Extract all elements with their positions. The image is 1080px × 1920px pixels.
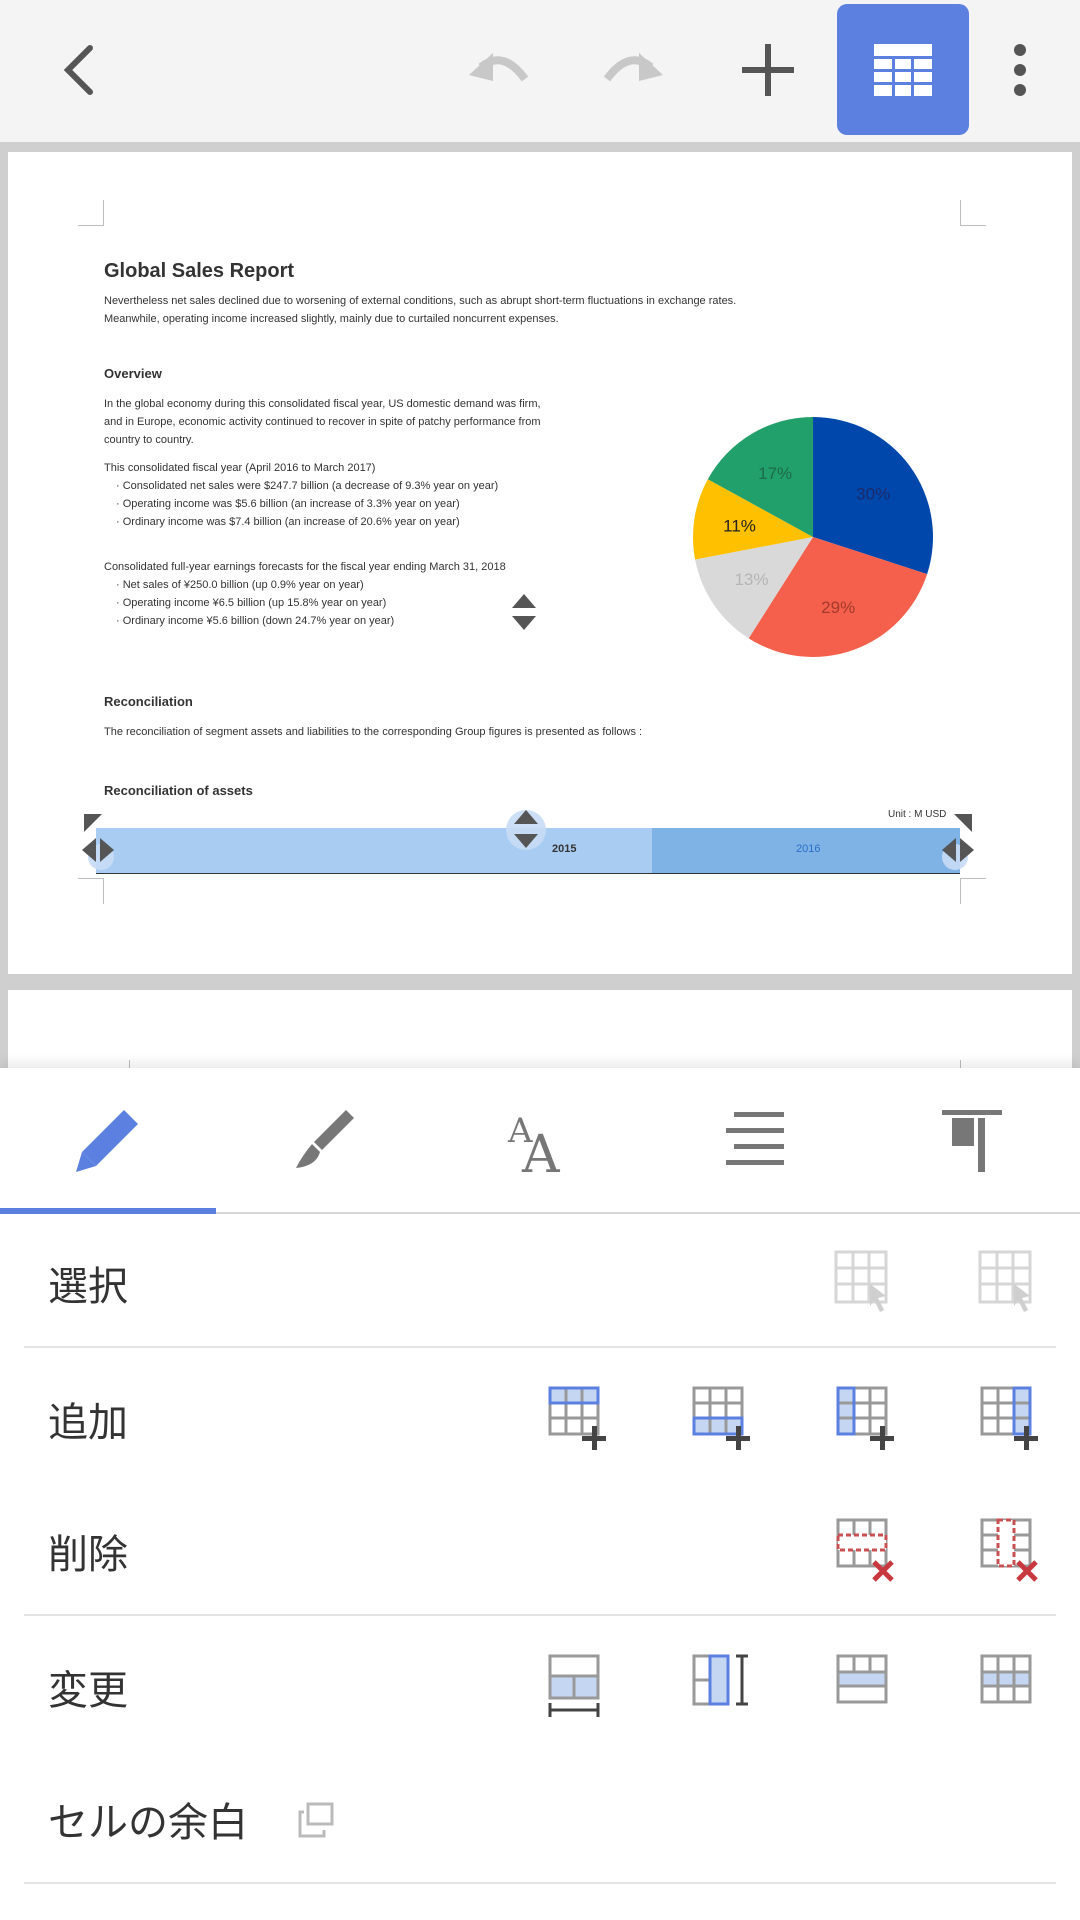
table-header-cell-2016[interactable]: 2016: [652, 828, 960, 874]
table-icon: [874, 43, 932, 96]
change-row: 変更: [24, 1618, 1056, 1752]
undo-icon: [469, 52, 529, 81]
cell-margin-label: セルの余白: [48, 1800, 248, 1846]
pie-slice-label: 29%: [821, 598, 855, 617]
forecast-line-4[interactable]: · Ordinary income ¥5.6 billion (down 24.…: [116, 612, 394, 630]
delete-label: 削除: [48, 1532, 128, 1578]
insert-row-below-icon[interactable]: [686, 1380, 758, 1452]
table-tools-panel: A A 選択 追加 削除 変更 セルの余白: [0, 1068, 1080, 1920]
merge-cells-icon[interactable]: [830, 1648, 902, 1720]
table-resize-left-icon[interactable]: [80, 810, 116, 866]
layout-tab[interactable]: [864, 1068, 1080, 1212]
distribute-columns-icon[interactable]: [686, 1648, 758, 1720]
top-toolbar: [0, 0, 1080, 142]
delete-column-icon[interactable]: [974, 1512, 1046, 1584]
table-resize-right-icon[interactable]: [940, 810, 976, 866]
font-size-icon: A A: [507, 1111, 561, 1176]
pie-slice-label: 13%: [734, 570, 768, 589]
delete-row: 削除: [24, 1482, 1056, 1616]
crop-mark: [960, 1060, 986, 1068]
overview-line-2[interactable]: and in Europe, economic activity continu…: [104, 413, 541, 431]
resize-handle-icon[interactable]: [510, 592, 538, 632]
row-resize-icon[interactable]: [512, 808, 540, 850]
style-tab[interactable]: [216, 1068, 432, 1212]
forecast-line-1[interactable]: Consolidated full-year earnings forecast…: [104, 558, 506, 576]
back-arrow-icon: [63, 44, 93, 95]
brush-icon: [296, 1110, 354, 1168]
reconciliation-text[interactable]: The reconciliation of segment assets and…: [104, 723, 642, 741]
select-row: 選択: [24, 1214, 1056, 1348]
delete-row-icon[interactable]: [830, 1512, 902, 1584]
pie-slice-label: 17%: [758, 464, 792, 483]
intro-line-2[interactable]: Meanwhile, operating income increased sl…: [104, 310, 559, 328]
plus-icon: [742, 43, 794, 96]
select-cell-icon[interactable]: [828, 1244, 900, 1316]
document-title[interactable]: Global Sales Report: [104, 260, 294, 283]
fiscal-line-3[interactable]: · Operating income was $5.6 billion (an …: [116, 495, 460, 513]
insert-column-left-icon[interactable]: [830, 1380, 902, 1452]
distribute-rows-icon[interactable]: [542, 1648, 614, 1720]
table-header-cell-2015[interactable]: 2015: [96, 828, 652, 874]
edit-tab[interactable]: [0, 1068, 216, 1212]
fiscal-line-4[interactable]: · Ordinary income was $7.4 billion (an i…: [116, 513, 460, 531]
table-header-2015: 2015: [552, 843, 577, 855]
table-tools-button[interactable]: [837, 4, 969, 135]
add-row: 追加: [24, 1350, 1056, 1484]
intro-line-1[interactable]: Nevertheless net sales declined due to w…: [104, 292, 736, 310]
document-page[interactable]: Global Sales Report Nevertheless net sal…: [8, 152, 1072, 974]
select-label: 選択: [48, 1264, 128, 1310]
crop-mark: [960, 200, 986, 226]
crop-mark: [960, 878, 986, 904]
pie-slice-label: 11%: [723, 516, 756, 535]
align-icon: [726, 1112, 784, 1165]
fiscal-line-1[interactable]: This consolidated fiscal year (April 201…: [104, 459, 375, 477]
overview-line-1[interactable]: In the global economy during this consol…: [104, 395, 541, 413]
cell-margin-row[interactable]: セルの余白: [24, 1750, 1056, 1884]
more-vertical-icon: [1014, 43, 1026, 96]
crop-mark: [78, 878, 104, 904]
table-header-2016: 2016: [796, 843, 821, 855]
insert-row-above-icon[interactable]: [542, 1380, 614, 1452]
crop-mark: [78, 200, 104, 226]
forecast-line-2[interactable]: · Net sales of ¥250.0 billion (up 0.9% y…: [116, 576, 364, 594]
crop-mark: [104, 1060, 130, 1068]
pie-chart[interactable]: 30% 29% 13% 11% 17%: [678, 402, 948, 672]
forecast-line-3[interactable]: · Operating income ¥6.5 billion (up 15.8…: [116, 594, 386, 612]
back-button[interactable]: [40, 4, 120, 135]
app: Global Sales Report Nevertheless net sal…: [0, 0, 1080, 1920]
pie-slice-label: 30%: [856, 484, 890, 503]
font-tab[interactable]: A A: [432, 1068, 648, 1212]
split-cells-icon[interactable]: [974, 1648, 1046, 1720]
select-table-icon[interactable]: [972, 1244, 1044, 1316]
format-tabs: A A: [0, 1068, 1080, 1214]
paragraph-mark-icon: [942, 1110, 1002, 1172]
pencil-icon: [76, 1110, 138, 1172]
svg-text:A: A: [521, 1125, 561, 1176]
paragraph-tab[interactable]: [648, 1068, 864, 1212]
overview-heading[interactable]: Overview: [104, 366, 162, 381]
reconciliation-heading[interactable]: Reconciliation: [104, 694, 193, 709]
open-dialog-icon[interactable]: [296, 1800, 336, 1840]
overview-line-3[interactable]: country to country.: [104, 431, 194, 449]
redo-button[interactable]: [594, 4, 674, 135]
fiscal-line-2[interactable]: · Consolidated net sales were $247.7 bil…: [116, 477, 498, 495]
insert-button[interactable]: [728, 4, 808, 135]
redo-icon: [603, 52, 663, 81]
change-label: 変更: [48, 1668, 128, 1714]
add-label: 追加: [48, 1400, 128, 1446]
document-canvas[interactable]: Global Sales Report Nevertheless net sal…: [0, 142, 1080, 1068]
assets-heading[interactable]: Reconciliation of assets: [104, 783, 253, 798]
unit-label[interactable]: Unit : M USD: [888, 806, 946, 824]
undo-button[interactable]: [458, 4, 538, 135]
more-options-button[interactable]: [1000, 4, 1040, 135]
document-page-2[interactable]: [8, 990, 1072, 1068]
insert-column-right-icon[interactable]: [974, 1380, 1046, 1452]
